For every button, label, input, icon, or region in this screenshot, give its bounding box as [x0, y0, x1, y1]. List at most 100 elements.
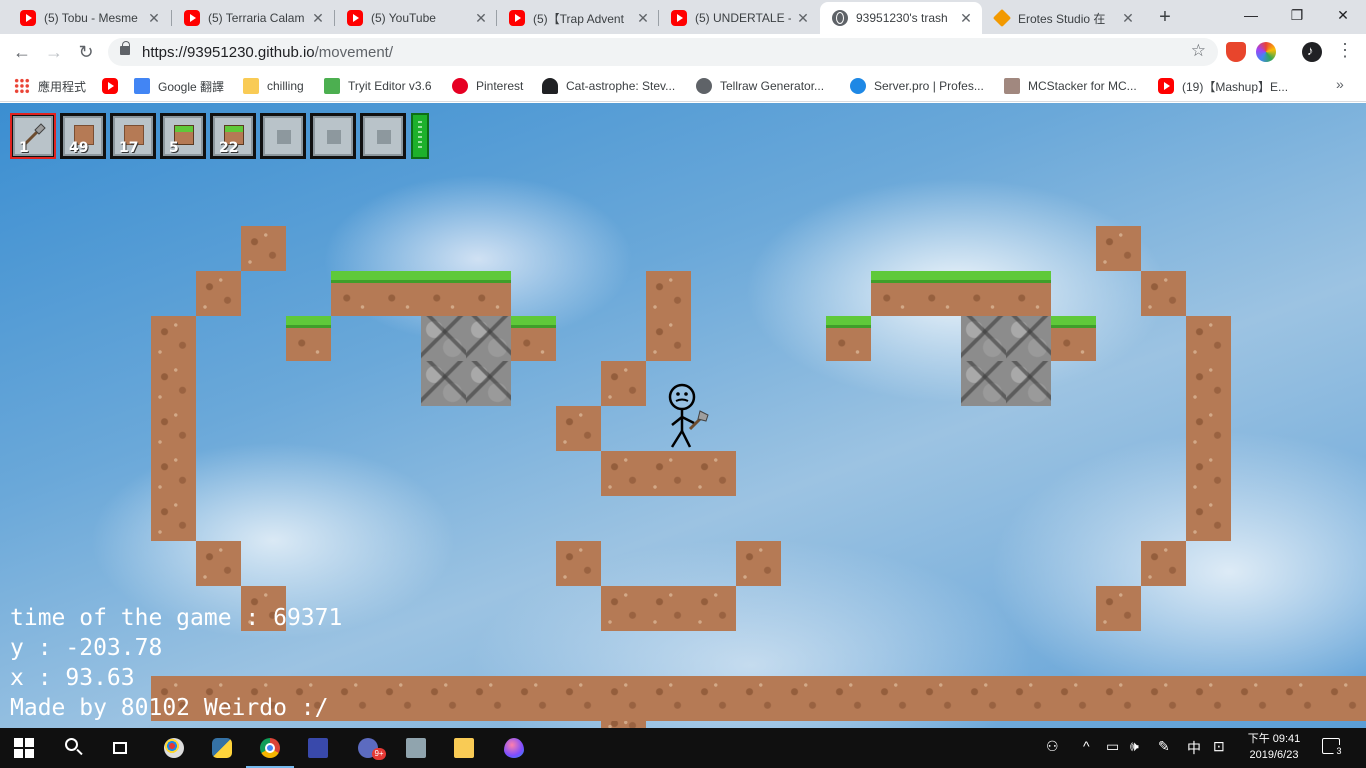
taskbar-file-explorer[interactable] [440, 728, 488, 768]
stone-block[interactable] [466, 361, 511, 406]
dirt-block[interactable] [1186, 316, 1231, 361]
dirt-block[interactable] [646, 316, 691, 361]
close-icon[interactable]: ✕ [310, 10, 326, 27]
taskbar-mail[interactable]: 9+ [344, 728, 392, 768]
close-window-button[interactable]: ✕ [1320, 0, 1366, 30]
people-icon[interactable]: ⚇ [1046, 738, 1059, 755]
shield-extension-icon[interactable] [1226, 42, 1246, 62]
tab-youtube[interactable]: (5) YouTube ✕ [335, 2, 497, 34]
tab-youtube-trap-adventure[interactable]: (5)【Trap Advent ✕ [497, 2, 659, 34]
stone-block[interactable] [1006, 316, 1051, 361]
back-button[interactable]: ← [8, 38, 36, 66]
reload-button[interactable]: ↻ [72, 38, 100, 66]
bookmark-tryit-editor[interactable]: Tryit Editor v3.6 [324, 76, 432, 96]
dirt-block[interactable] [601, 721, 646, 728]
taskbar-vm[interactable] [294, 728, 342, 768]
dirt-block[interactable] [1186, 406, 1231, 451]
forward-button[interactable]: → [40, 38, 68, 66]
dirt-block[interactable] [601, 586, 646, 631]
tab-youtube-tobu[interactable]: (5) Tobu - Mesme ✕ [8, 2, 170, 34]
chrome-menu-icon[interactable]: ⋮ [1336, 40, 1354, 61]
taskbar-chrome[interactable] [246, 728, 294, 768]
start-button[interactable] [0, 728, 48, 768]
stone-block[interactable] [421, 361, 466, 406]
pen-icon[interactable]: ✎ [1158, 738, 1170, 755]
hotbar-slot-7[interactable] [310, 113, 356, 159]
tray-chevron-icon[interactable]: ^ [1083, 738, 1090, 754]
close-icon[interactable]: ✕ [146, 10, 162, 27]
bookmark-cat-astrophe[interactable]: Cat-astrophe: Stev... [542, 76, 675, 96]
dirt-block[interactable] [151, 451, 196, 496]
task-view-button[interactable] [96, 728, 144, 768]
close-icon[interactable]: ✕ [635, 10, 651, 27]
dirt-block[interactable] [1141, 541, 1186, 586]
dirt-block[interactable] [736, 541, 781, 586]
hotbar-slot-3[interactable]: 17 [110, 113, 156, 159]
taskbar-balloon-app[interactable] [490, 728, 538, 768]
dirt-block[interactable] [646, 586, 691, 631]
search-button[interactable] [48, 728, 96, 768]
grass-block[interactable] [331, 271, 376, 316]
hotbar-slot-6[interactable] [260, 113, 306, 159]
volume-icon[interactable]: 🕪 [1130, 738, 1139, 755]
grass-block[interactable] [511, 316, 556, 361]
bookmark-pinterest[interactable]: Pinterest [452, 76, 523, 96]
grass-block[interactable] [1006, 271, 1051, 316]
close-icon[interactable]: ✕ [473, 10, 489, 27]
dirt-block[interactable] [556, 406, 601, 451]
dirt-block[interactable] [151, 361, 196, 406]
close-icon[interactable]: ✕ [795, 10, 811, 27]
hotbar-slot-5[interactable]: 22 [210, 113, 256, 159]
tab-youtube-terraria[interactable]: (5) Terraria Calam ✕ [172, 2, 334, 34]
hotbar-slot-1[interactable]: 1 [10, 113, 56, 159]
grass-block[interactable] [826, 316, 871, 361]
tiktok-extension-icon[interactable] [1302, 42, 1322, 62]
ground-row[interactable] [151, 676, 1366, 721]
bookmarks-overflow-icon[interactable]: » [1336, 76, 1344, 92]
taskbar-paint[interactable] [150, 728, 198, 768]
hotbar-slot-4[interactable]: 5 [160, 113, 206, 159]
dirt-block[interactable] [1096, 226, 1141, 271]
dirt-block[interactable] [601, 451, 646, 496]
url-text[interactable]: https://93951230.github.io/movement/ [142, 44, 393, 61]
grass-block[interactable] [961, 271, 1006, 316]
game-canvas[interactable]: 1 49 17 5 22 time of the game : 69371 y … [0, 103, 1366, 728]
bookmark-apps[interactable]: 應用程式 [14, 76, 86, 96]
dirt-block[interactable] [691, 451, 736, 496]
system-clock[interactable]: 下午 09:41 2019/6/23 [1236, 731, 1312, 763]
dirt-block[interactable] [1096, 586, 1141, 631]
tab-active-trash[interactable]: 93951230's trash ✕ [820, 2, 982, 34]
grass-block[interactable] [871, 271, 916, 316]
dirt-block[interactable] [1186, 451, 1231, 496]
dirt-block[interactable] [196, 271, 241, 316]
new-tab-button[interactable]: + [1153, 6, 1177, 30]
bookmark-mashup[interactable]: (19)【Mashup】E... [1158, 76, 1288, 96]
color-extension-icon[interactable] [1256, 42, 1276, 62]
bookmark-google-translate[interactable]: Google 翻譯 [134, 76, 224, 96]
grass-block[interactable] [1051, 316, 1096, 361]
hotbar-slot-8[interactable] [360, 113, 406, 159]
dirt-block[interactable] [1186, 361, 1231, 406]
bookmark-mcstacker[interactable]: MCStacker for MC... [1004, 76, 1137, 96]
stone-block[interactable] [1006, 361, 1051, 406]
dirt-block[interactable] [646, 271, 691, 316]
tab-erotes-studio[interactable]: Erotes Studio 在 ✕ [982, 2, 1144, 34]
stone-block[interactable] [421, 316, 466, 361]
stone-block[interactable] [466, 316, 511, 361]
bookmark-tellraw[interactable]: Tellraw Generator... [696, 76, 824, 96]
dirt-block[interactable] [601, 361, 646, 406]
maximize-button[interactable]: ❐ [1274, 0, 1320, 30]
bookmark-star-icon[interactable]: ☆ [1191, 41, 1206, 61]
dirt-block[interactable] [556, 541, 601, 586]
tab-youtube-undertale[interactable]: (5) UNDERTALE - ✕ [659, 2, 819, 34]
bookmark-youtube[interactable] [102, 76, 126, 96]
dirt-block[interactable] [646, 451, 691, 496]
dirt-block[interactable] [1141, 271, 1186, 316]
close-icon[interactable]: ✕ [1120, 10, 1136, 27]
minimize-button[interactable]: — [1228, 0, 1274, 30]
grass-block[interactable] [376, 271, 421, 316]
taskbar-this-pc[interactable] [392, 728, 440, 768]
notification-center-icon[interactable]: 3 [1322, 738, 1345, 757]
grass-block[interactable] [466, 271, 511, 316]
dirt-block[interactable] [1186, 496, 1231, 541]
